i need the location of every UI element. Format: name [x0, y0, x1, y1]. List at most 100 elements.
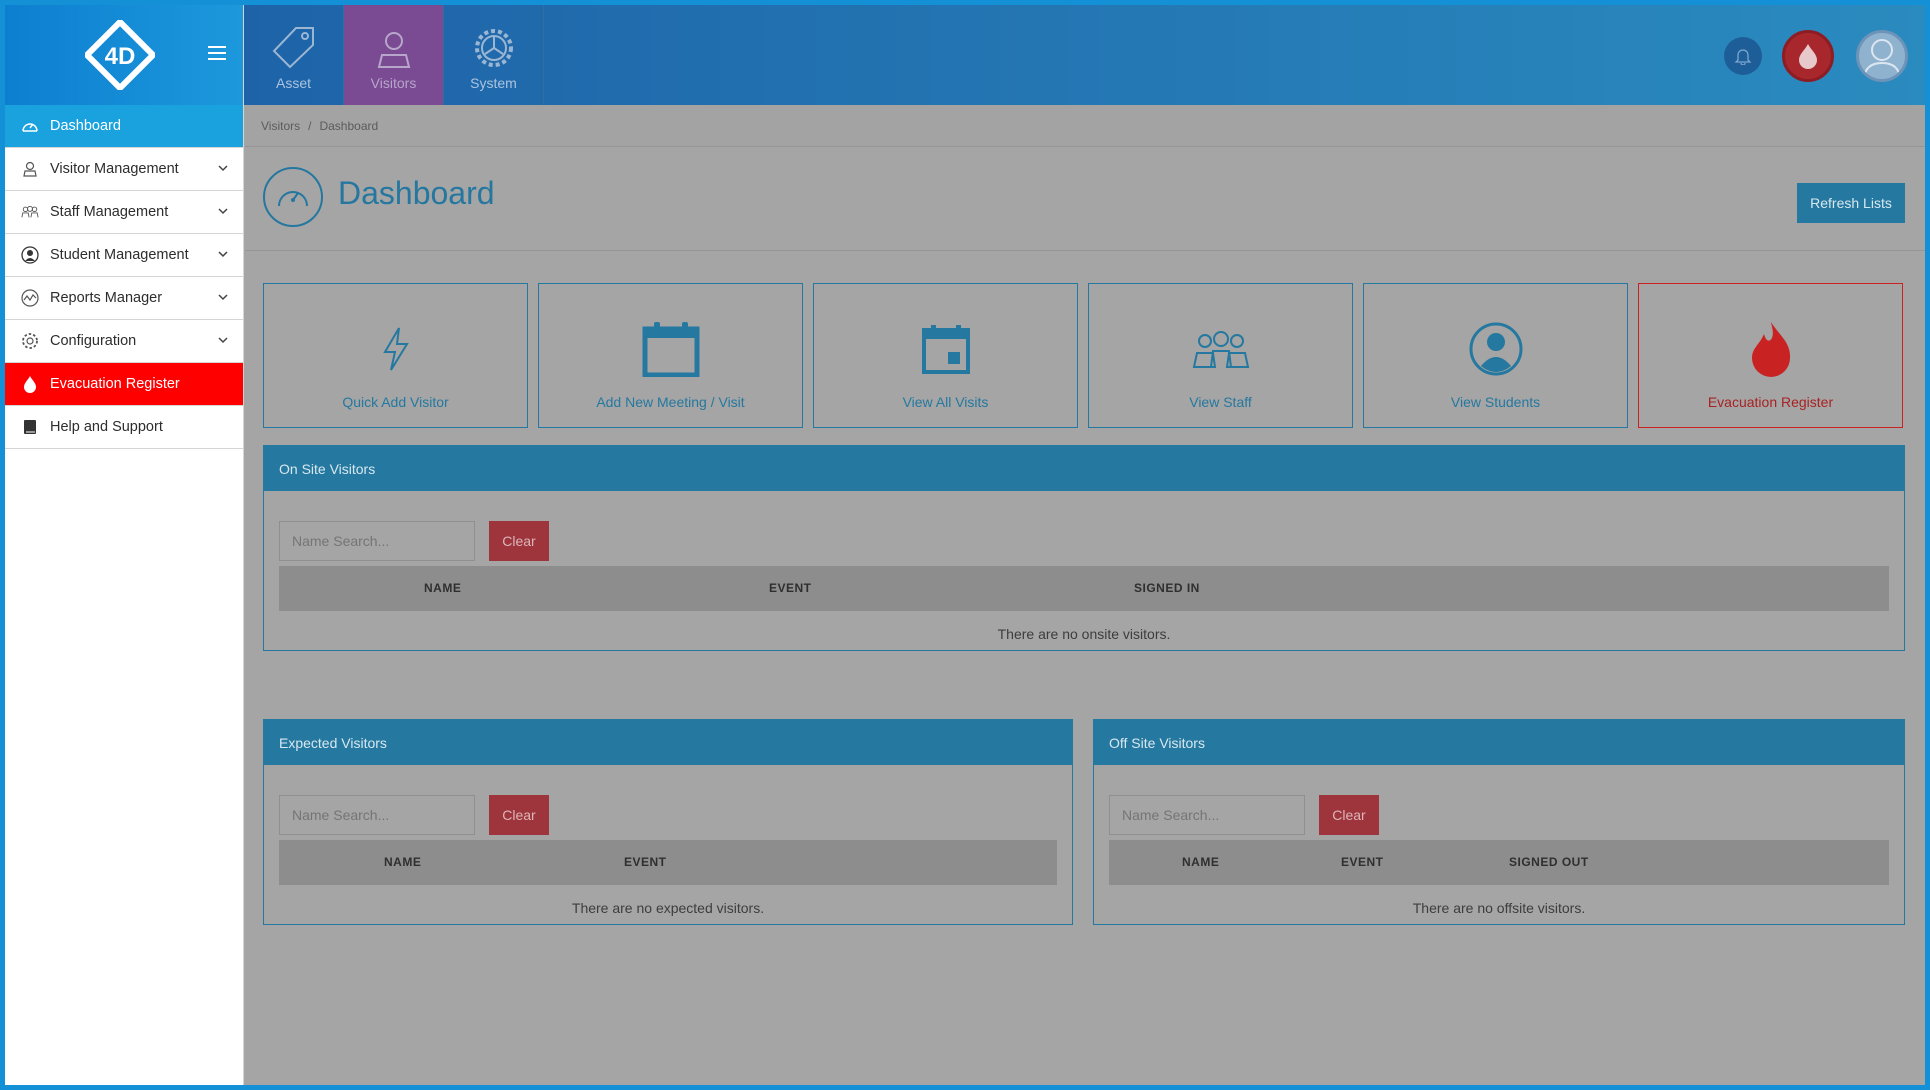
tab-label: Asset [275, 75, 311, 91]
offsite-search-input[interactable] [1109, 795, 1305, 835]
notifications-button[interactable] [1724, 37, 1762, 75]
sidebar-item-help-and-support[interactable]: Help and Support [5, 406, 243, 449]
fire-icon [1750, 284, 1792, 394]
table-header: NAME EVENT SIGNED IN [279, 566, 1889, 611]
tab-system[interactable]: System [444, 5, 544, 105]
logo-icon[interactable]: 4D [85, 20, 155, 90]
hamburger-menu-icon[interactable] [208, 46, 226, 60]
onsite-search-input[interactable] [279, 521, 475, 561]
column-header-name[interactable]: NAME [424, 581, 461, 595]
breadcrumb-separator: / [308, 118, 312, 133]
sidebar-item-label: Student Management [50, 247, 189, 263]
expected-search-input[interactable] [279, 795, 475, 835]
tile-label: Add New Meeting / Visit [596, 394, 745, 410]
tile-label: View Students [1450, 394, 1541, 410]
sidebar-item-label: Visitor Management [50, 161, 179, 177]
tile-label: Quick Add Visitor [342, 394, 449, 410]
tab-asset[interactable]: Asset [244, 5, 344, 105]
tile-evacuation-register[interactable]: Evacuation Register [1638, 283, 1903, 428]
staff-group-icon [21, 203, 39, 221]
top-navigation-bar: Asset Visitors System [244, 5, 1925, 105]
sidebar-item-evacuation-register[interactable]: Evacuation Register [5, 363, 243, 406]
onsite-clear-button[interactable]: Clear [489, 521, 549, 561]
empty-state-message: There are no onsite visitors. [997, 626, 1171, 642]
table-header: NAME EVENT [279, 840, 1057, 885]
person-icon [21, 160, 39, 178]
table-header: NAME EVENT SIGNED OUT [1109, 840, 1889, 885]
bell-icon [1735, 49, 1751, 65]
app-frame: 4D Dashboard Visitor Management Staff Ma… [5, 5, 1925, 1085]
expected-clear-button[interactable]: Clear [489, 795, 549, 835]
main-content: Visitors / Dashboard Dashboard Refresh L… [245, 105, 1925, 1085]
column-header-event[interactable]: EVENT [624, 855, 667, 869]
flame-icon [1799, 44, 1817, 69]
sidebar-item-label: Staff Management [50, 204, 169, 220]
chevron-down-icon [218, 337, 228, 344]
chevron-down-icon [218, 251, 228, 258]
calendar-icon [921, 284, 971, 394]
onsite-visitors-panel: On Site Visitors Clear NAME EVENT SIGNED… [263, 445, 1905, 651]
refresh-lists-button[interactable]: Refresh Lists [1797, 183, 1905, 223]
chart-wave-icon [21, 289, 39, 307]
gear-icon [21, 332, 39, 350]
user-silhouette-icon [1863, 39, 1901, 79]
expected-visitors-panel: Expected Visitors Clear NAME EVENT There… [263, 719, 1073, 925]
column-header-event[interactable]: EVENT [769, 581, 812, 595]
column-header-name[interactable]: NAME [384, 855, 421, 869]
user-avatar[interactable] [1856, 30, 1908, 82]
evacuation-alert-button[interactable] [1782, 30, 1834, 82]
sidebar-item-dashboard[interactable]: Dashboard [5, 105, 243, 148]
book-icon [21, 418, 39, 436]
sidebar: 4D Dashboard Visitor Management Staff Ma… [5, 5, 244, 1085]
tab-visitors[interactable]: Visitors [344, 5, 444, 105]
quick-action-tiles: Quick Add Visitor Add New Meeting / Visi… [263, 283, 1905, 429]
speedometer-icon [263, 167, 323, 227]
column-header-name[interactable]: NAME [1182, 855, 1219, 869]
page-header: Dashboard Refresh Lists [245, 147, 1925, 251]
breadcrumb-current: Dashboard [319, 118, 379, 133]
sidebar-item-staff-management[interactable]: Staff Management [5, 191, 243, 234]
staff-group-icon [1191, 284, 1251, 394]
sidebar-item-configuration[interactable]: Configuration [5, 320, 243, 363]
speedometer-icon [21, 117, 39, 135]
sidebar-item-label: Help and Support [50, 419, 163, 435]
sidebar-item-student-management[interactable]: Student Management [5, 234, 243, 277]
tile-view-staff[interactable]: View Staff [1088, 283, 1353, 428]
tab-label: Visitors [370, 75, 417, 91]
tab-label: System [470, 75, 517, 91]
empty-state-message: There are no expected visitors. [571, 900, 765, 916]
panel-title: On Site Visitors [264, 446, 1904, 491]
calendar-add-icon [642, 284, 700, 394]
column-header-signed-in[interactable]: SIGNED IN [1134, 581, 1200, 595]
sidebar-item-reports-manager[interactable]: Reports Manager [5, 277, 243, 320]
sidebar-item-label: Evacuation Register [50, 376, 180, 392]
sidebar-item-visitor-management[interactable]: Visitor Management [5, 148, 243, 191]
tile-view-all-visits[interactable]: View All Visits [813, 283, 1078, 428]
tile-quick-add-visitor[interactable]: Quick Add Visitor [263, 283, 528, 428]
tile-view-students[interactable]: View Students [1363, 283, 1628, 428]
empty-state-message: There are no offsite visitors. [1412, 900, 1586, 916]
breadcrumb: Visitors / Dashboard [245, 105, 1925, 147]
tile-add-new-meeting-visit[interactable]: Add New Meeting / Visit [538, 283, 803, 428]
offsite-visitors-panel: Off Site Visitors Clear NAME EVENT SIGNE… [1093, 719, 1905, 925]
gear-icon [444, 5, 543, 75]
sidebar-item-label: Dashboard [50, 118, 121, 134]
panel-title: Expected Visitors [264, 720, 1072, 765]
panel-title: Off Site Visitors [1094, 720, 1904, 765]
student-icon [1469, 284, 1523, 394]
tile-label: View Staff [1189, 394, 1252, 410]
tile-label: View All Visits [902, 394, 989, 410]
column-header-event[interactable]: EVENT [1341, 855, 1384, 869]
offsite-clear-button[interactable]: Clear [1319, 795, 1379, 835]
chevron-down-icon [218, 165, 228, 172]
logo-area: 4D [5, 5, 243, 105]
column-header-signed-out[interactable]: SIGNED OUT [1509, 855, 1589, 869]
student-icon [21, 246, 39, 264]
breadcrumb-root[interactable]: Visitors [261, 119, 300, 133]
svg-text:4D: 4D [105, 43, 136, 70]
tag-icon [244, 5, 343, 75]
flame-icon [21, 375, 39, 393]
sidebar-item-label: Reports Manager [50, 290, 163, 306]
tile-label: Evacuation Register [1707, 394, 1834, 410]
chevron-down-icon [218, 294, 228, 301]
